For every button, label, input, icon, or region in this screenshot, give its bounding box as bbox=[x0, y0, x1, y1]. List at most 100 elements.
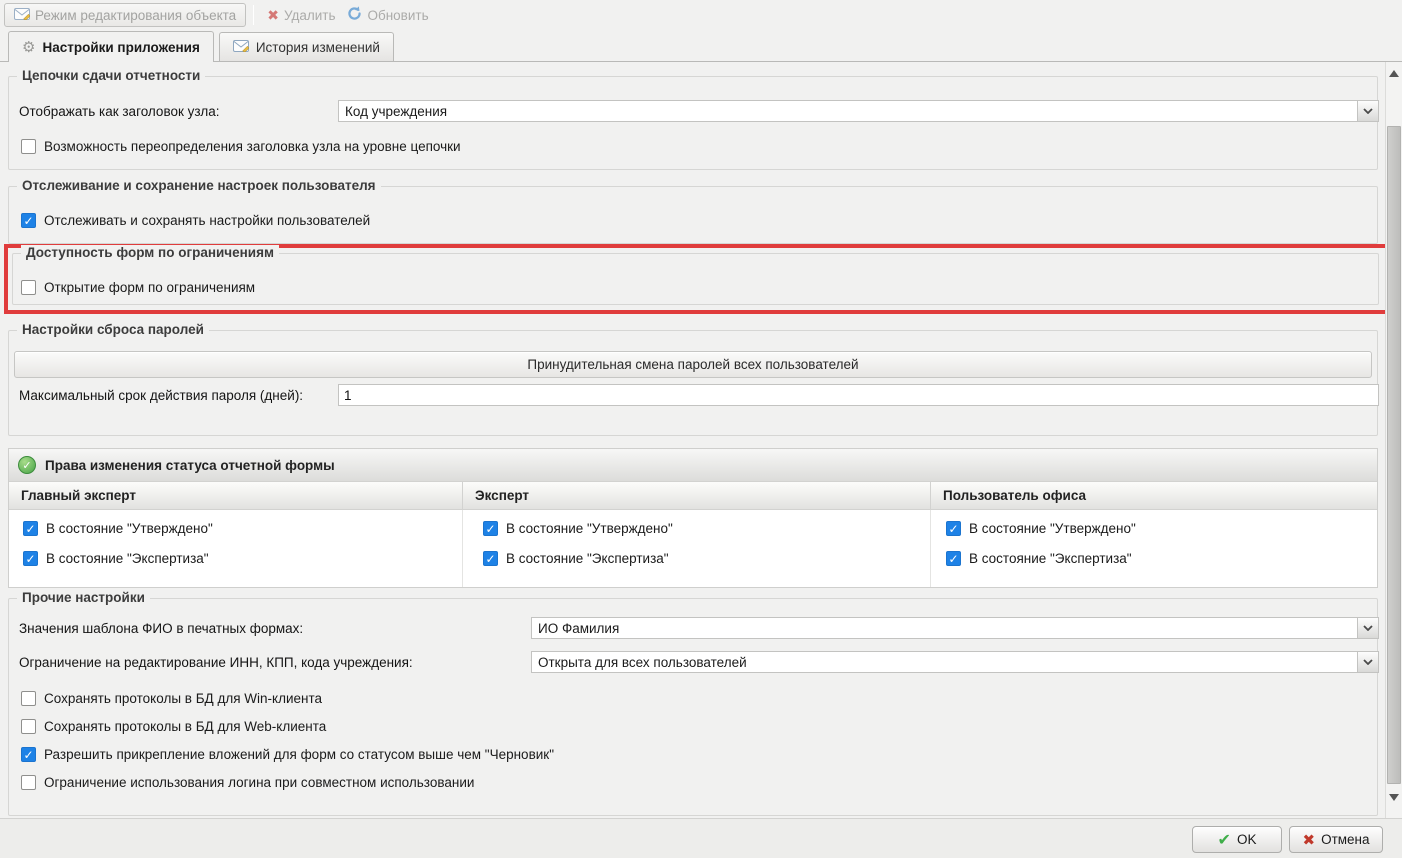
checkbox-override-node-header[interactable]: Возможность переопределения заголовка уз… bbox=[21, 139, 461, 154]
scrollbar-thumb[interactable] bbox=[1387, 126, 1401, 784]
force-password-change-button[interactable]: Принудительная смена паролей всех пользо… bbox=[14, 351, 1372, 378]
fio-template-combobox[interactable]: ИО Фамилия bbox=[531, 617, 1379, 639]
fio-template-value: ИО Фамилия bbox=[538, 621, 620, 636]
ok-label: OK bbox=[1236, 832, 1257, 847]
checkbox-box[interactable] bbox=[21, 775, 36, 790]
checkbox-chief-expertise[interactable]: В состояние "Экспертиза" bbox=[23, 551, 209, 566]
fieldset-other-settings: Прочие настройки Значения шаблона ФИО в … bbox=[8, 590, 1379, 816]
checkbox-label: В состояние "Утверждено" bbox=[969, 521, 1136, 536]
refresh-icon bbox=[347, 6, 362, 24]
tab-app-settings-label: Настройки приложения bbox=[42, 39, 200, 55]
app-window: Режим редактирования объекта ✖ Удалить О… bbox=[0, 0, 1402, 858]
checkbox-box[interactable] bbox=[21, 213, 36, 228]
cell-expert: В состояние "Утверждено" В состояние "Эк… bbox=[463, 510, 931, 587]
tab-app-settings[interactable]: ⚙ Настройки приложения bbox=[8, 31, 214, 62]
checkbox-office-expertise[interactable]: В состояние "Экспертиза" bbox=[946, 551, 1132, 566]
settings-content: Цепочки сдачи отчетности Отображать как … bbox=[0, 62, 1402, 818]
max-password-age-input[interactable] bbox=[338, 384, 1379, 406]
fieldset-password-reset-title: Настройки сброса паролей bbox=[17, 322, 209, 337]
delete-x-icon: ✖ bbox=[267, 6, 279, 23]
checkbox-open-forms-restrictions[interactable]: Открытие форм по ограничениям bbox=[21, 280, 255, 295]
checkbox-box[interactable] bbox=[21, 691, 36, 706]
checkbox-label: Возможность переопределения заголовка уз… bbox=[44, 139, 461, 154]
checkbox-box[interactable] bbox=[946, 551, 961, 566]
checkbox-web-protocols[interactable]: Сохранять протоколы в БД для Web-клиента bbox=[21, 719, 326, 734]
column-header-expert: Эксперт bbox=[463, 482, 931, 509]
checkbox-label: В состояние "Экспертиза" bbox=[506, 551, 669, 566]
refresh-button[interactable]: Обновить bbox=[341, 3, 434, 27]
vertical-scrollbar[interactable] bbox=[1385, 62, 1402, 818]
tab-change-history[interactable]: История изменений bbox=[218, 32, 394, 61]
inn-edit-restriction-value: Открыта для всех пользователей bbox=[538, 655, 747, 670]
checkbox-label: В состояние "Утверждено" bbox=[46, 521, 213, 536]
checkbox-label: В состояние "Утверждено" bbox=[506, 521, 673, 536]
fieldset-user-settings-tracking-title: Отслеживание и сохранение настроек польз… bbox=[17, 178, 381, 193]
refresh-label: Обновить bbox=[367, 7, 429, 23]
checkbox-box[interactable] bbox=[21, 139, 36, 154]
fieldset-form-restrictions-title: Доступность форм по ограничениям bbox=[21, 245, 279, 260]
checkbox-label: В состояние "Экспертиза" bbox=[46, 551, 209, 566]
checkbox-label: В состояние "Экспертиза" bbox=[969, 551, 1132, 566]
highlight-red-frame: Доступность форм по ограничениям Открыти… bbox=[4, 244, 1392, 314]
checkbox-box[interactable] bbox=[21, 719, 36, 734]
tab-change-history-label: История изменений bbox=[255, 39, 380, 55]
status-rights-header: ✓ Права изменения статуса отчетной формы bbox=[9, 449, 1377, 482]
inn-edit-restriction-label: Ограничение на редактирование ИНН, КПП, … bbox=[19, 655, 413, 670]
node-header-combobox[interactable]: Код учреждения bbox=[338, 100, 1379, 122]
checkbox-allow-attachments[interactable]: Разрешить прикрепление вложений для форм… bbox=[21, 747, 554, 762]
chevron-down-icon[interactable] bbox=[1357, 652, 1378, 672]
cancel-button[interactable]: ✖ Отмена bbox=[1289, 826, 1383, 853]
fieldset-password-reset: Настройки сброса паролей Принудительная … bbox=[8, 322, 1379, 436]
node-header-label: Отображать как заголовок узла: bbox=[19, 104, 220, 119]
fieldset-other-settings-title: Прочие настройки bbox=[17, 590, 150, 605]
checkbox-box[interactable] bbox=[946, 521, 961, 536]
checkbox-label: Сохранять протоколы в БД для Web-клиента bbox=[44, 719, 327, 734]
checkbox-office-approved[interactable]: В состояние "Утверждено" bbox=[946, 521, 1136, 536]
scroll-up-button[interactable] bbox=[1388, 68, 1400, 80]
fio-template-label: Значения шаблона ФИО в печатных формах: bbox=[19, 621, 304, 636]
fieldset-form-restrictions: Доступность форм по ограничениям Открыти… bbox=[12, 245, 1379, 305]
fieldset-report-chains: Цепочки сдачи отчетности Отображать как … bbox=[8, 68, 1379, 170]
envelope-pencil-icon bbox=[14, 7, 31, 23]
checkbox-track-user-settings[interactable]: Отслеживать и сохранять настройки пользо… bbox=[21, 213, 370, 228]
status-rights-body: В состояние "Утверждено" В состояние "Эк… bbox=[9, 510, 1377, 587]
delete-label: Удалить bbox=[283, 7, 336, 23]
checkbox-label: Отслеживать и сохранять настройки пользо… bbox=[44, 213, 371, 228]
ok-button[interactable]: ✔ OK bbox=[1192, 826, 1282, 853]
checkbox-box[interactable] bbox=[483, 551, 498, 566]
column-header-office-user: Пользователь офиса bbox=[943, 488, 1087, 503]
checkbox-chief-approved[interactable]: В состояние "Утверждено" bbox=[23, 521, 213, 536]
status-rights-title: Права изменения статуса отчетной формы bbox=[45, 457, 335, 473]
checkbox-login-restriction[interactable]: Ограничение использования логина при сов… bbox=[21, 775, 474, 790]
checkbox-box[interactable] bbox=[21, 747, 36, 762]
toolbar-separator bbox=[253, 5, 255, 25]
checkbox-label: Ограничение использования логина при сов… bbox=[44, 775, 475, 790]
checkbox-box[interactable] bbox=[23, 551, 38, 566]
checkbox-box[interactable] bbox=[483, 521, 498, 536]
checkbox-box[interactable] bbox=[21, 280, 36, 295]
delete-button[interactable]: ✖ Удалить bbox=[261, 3, 341, 27]
chevron-down-icon[interactable] bbox=[1357, 618, 1378, 638]
checkbox-win-protocols[interactable]: Сохранять протоколы в БД для Win-клиента bbox=[21, 691, 322, 706]
status-rights-panel: ✓ Права изменения статуса отчетной формы… bbox=[8, 448, 1378, 588]
edit-mode-button[interactable]: Режим редактирования объекта bbox=[4, 3, 247, 27]
check-icon: ✔ bbox=[1217, 831, 1231, 849]
close-icon: ✖ bbox=[1302, 831, 1316, 849]
checkbox-label: Открытие форм по ограничениям bbox=[44, 280, 256, 295]
checkbox-label: Разрешить прикрепление вложений для форм… bbox=[44, 747, 554, 762]
fieldset-user-settings-tracking: Отслеживание и сохранение настроек польз… bbox=[8, 178, 1378, 244]
max-password-age-label: Максимальный срок действия пароля (дней)… bbox=[19, 388, 304, 403]
toolbar: Режим редактирования объекта ✖ Удалить О… bbox=[0, 0, 1402, 30]
cell-office-user: В состояние "Утверждено" В состояние "Эк… bbox=[931, 510, 1377, 587]
column-header-chief-expert: Главный эксперт bbox=[9, 482, 463, 509]
envelope-pencil-icon bbox=[232, 39, 250, 55]
scroll-down-button[interactable] bbox=[1388, 792, 1400, 804]
checkbox-box[interactable] bbox=[23, 521, 38, 536]
tab-bar: ⚙ Настройки приложения История изменений bbox=[0, 30, 1402, 62]
checkbox-expert-expertise[interactable]: В состояние "Экспертиза" bbox=[483, 551, 669, 566]
cancel-label: Отмена bbox=[1321, 832, 1370, 847]
checkbox-expert-approved[interactable]: В состояние "Утверждено" bbox=[483, 521, 673, 536]
inn-edit-restriction-combobox[interactable]: Открыта для всех пользователей bbox=[531, 651, 1379, 673]
chevron-down-icon[interactable] bbox=[1357, 101, 1378, 121]
cell-chief-expert: В состояние "Утверждено" В состояние "Эк… bbox=[9, 510, 463, 587]
